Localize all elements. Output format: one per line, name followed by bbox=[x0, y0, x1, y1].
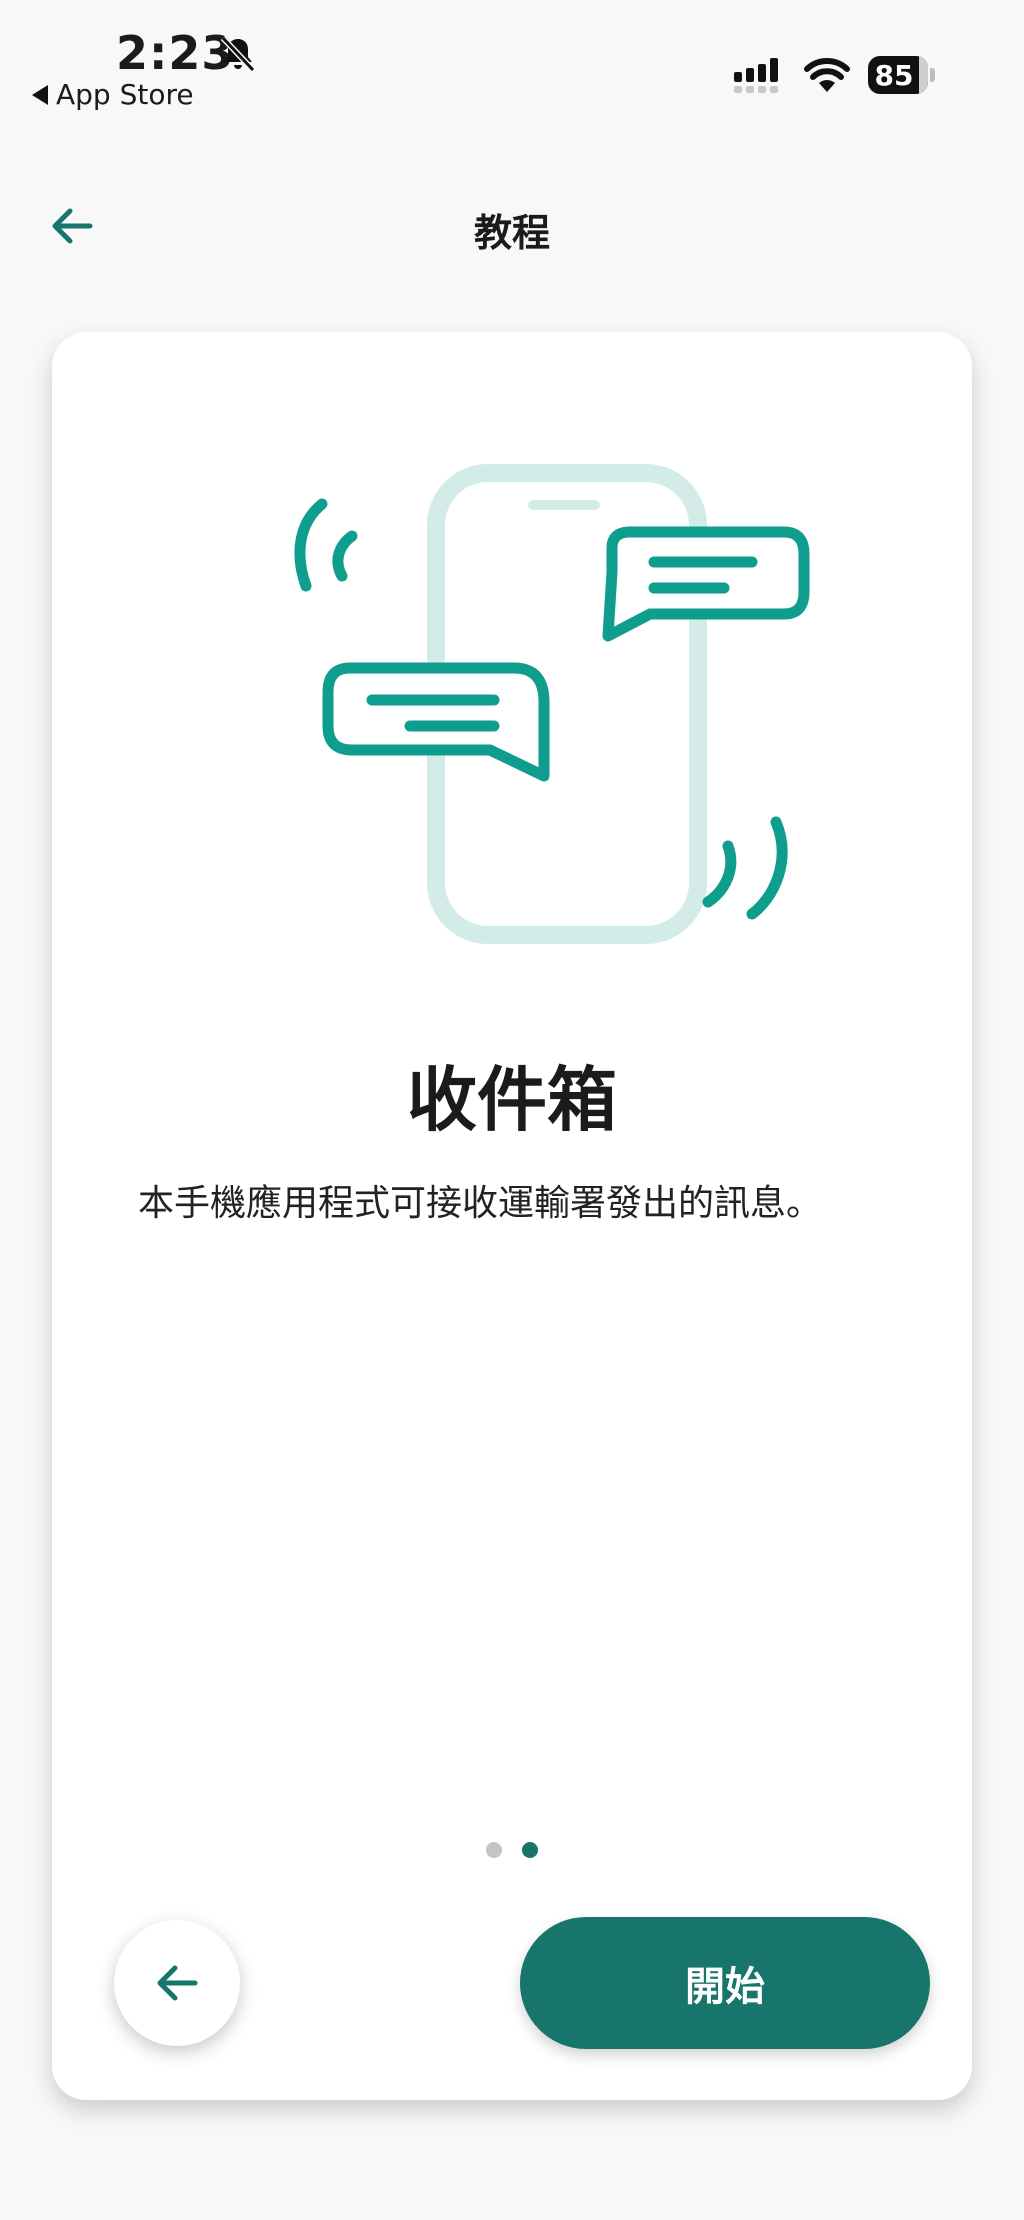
arrow-left-icon bbox=[157, 1965, 198, 2001]
status-bar: 2:23 App Store 85 bbox=[0, 0, 1024, 120]
start-button[interactable]: 開始 bbox=[520, 1917, 930, 2049]
status-time: 2:23 bbox=[116, 26, 235, 80]
pagination-dot-1[interactable] bbox=[486, 1842, 502, 1858]
pagination-dot-2-active[interactable] bbox=[522, 1842, 538, 1858]
tutorial-card: 收件箱 本手機應用程式可接收運輸署發出的訊息。 開始 bbox=[52, 332, 972, 2100]
pagination-dots bbox=[52, 1842, 972, 1858]
card-description: 本手機應用程式可接收運輸署發出的訊息。 bbox=[138, 1183, 823, 1224]
battery-percent: 85 bbox=[874, 59, 914, 92]
page-title: 教程 bbox=[473, 211, 550, 255]
card-title: 收件箱 bbox=[407, 1059, 617, 1141]
bell-muted-icon bbox=[220, 35, 256, 73]
back-app-label: App Store bbox=[56, 78, 194, 111]
battery-indicator: 85 bbox=[868, 56, 938, 94]
back-triangle-icon bbox=[32, 84, 48, 105]
cellular-signal-icon bbox=[734, 58, 778, 93]
wifi-icon bbox=[804, 58, 850, 92]
back-to-app-store[interactable]: App Store bbox=[32, 78, 194, 111]
phone-messages-illustration bbox=[294, 464, 810, 944]
previous-page-button[interactable] bbox=[114, 1920, 240, 2046]
